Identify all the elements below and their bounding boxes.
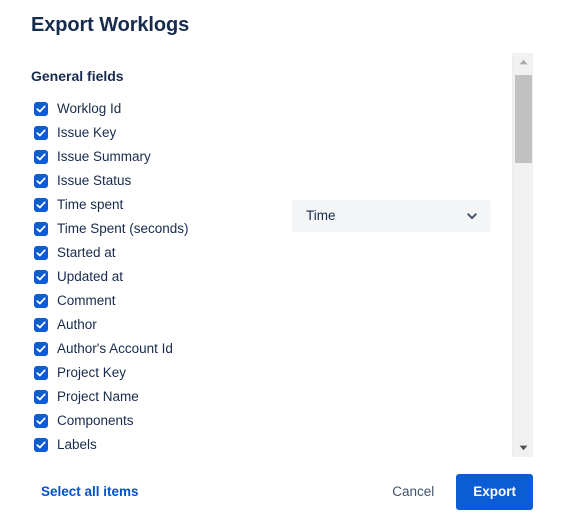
field-checkbox[interactable] <box>34 294 48 308</box>
scrollbar-up-button[interactable] <box>513 53 533 71</box>
time-format-select[interactable]: Time <box>292 200 491 232</box>
scrollbar-down-button[interactable] <box>513 439 533 457</box>
field-checkbox[interactable] <box>34 222 48 236</box>
field-checkbox[interactable] <box>34 126 48 140</box>
fields-scrollbar[interactable] <box>512 53 533 457</box>
field-label: Labels <box>57 437 97 452</box>
field-label: Issue Summary <box>57 149 151 164</box>
field-checkbox[interactable] <box>34 318 48 332</box>
field-label: Started at <box>57 245 116 260</box>
list-item[interactable]: Issue Summary <box>0 145 564 169</box>
field-checkbox[interactable] <box>34 342 48 356</box>
field-checkbox[interactable] <box>34 102 48 116</box>
field-checkbox[interactable] <box>34 390 48 404</box>
field-label: Author <box>57 317 97 332</box>
field-checkbox[interactable] <box>34 198 48 212</box>
dialog-content-area: General fields Worklog Id Issue Key Issue … <box>0 53 564 457</box>
field-checkbox[interactable] <box>34 270 48 284</box>
export-button[interactable]: Export <box>456 474 533 510</box>
list-item[interactable]: Started at <box>0 241 564 265</box>
field-label: Project Key <box>57 365 127 380</box>
dialog-footer: Select all items Cancel Export <box>0 457 564 527</box>
page-title: Export Worklogs <box>31 14 190 36</box>
time-format-select-value: Time <box>306 208 336 223</box>
section-heading-general-fields: General fields <box>31 68 124 84</box>
list-item[interactable]: Components <box>0 409 564 433</box>
field-label: Time spent <box>57 197 124 212</box>
list-item[interactable]: Project Key <box>0 361 564 385</box>
list-item[interactable]: Worklog Id <box>0 97 564 121</box>
list-item[interactable]: Labels <box>0 433 564 457</box>
field-checkbox[interactable] <box>34 150 48 164</box>
cancel-button[interactable]: Cancel <box>382 476 444 508</box>
field-checkbox[interactable] <box>34 174 48 188</box>
field-label: Components <box>57 413 134 428</box>
field-label: Issue Key <box>57 125 117 140</box>
triangle-up-icon <box>519 59 528 65</box>
select-all-items-link[interactable]: Select all items <box>41 483 139 501</box>
field-checkbox[interactable] <box>34 414 48 428</box>
list-item[interactable]: Author's Account Id <box>0 337 564 361</box>
field-label: Comment <box>57 293 116 308</box>
list-item[interactable]: Project Name <box>0 385 564 409</box>
field-label: Updated at <box>57 269 124 284</box>
field-checkbox[interactable] <box>34 246 48 260</box>
field-label: Issue Status <box>57 173 132 188</box>
footer-action-buttons: Cancel Export <box>382 474 533 510</box>
scrollbar-thumb[interactable] <box>515 75 532 163</box>
field-label: Author's Account Id <box>57 341 173 356</box>
field-checkbox[interactable] <box>34 438 48 452</box>
list-item[interactable]: Comment <box>0 289 564 313</box>
field-checkbox[interactable] <box>34 366 48 380</box>
triangle-down-icon <box>519 445 528 451</box>
field-label: Project Name <box>57 389 139 404</box>
list-item[interactable]: Issue Key <box>0 121 564 145</box>
chevron-down-icon <box>466 210 478 222</box>
list-item[interactable]: Author <box>0 313 564 337</box>
list-item[interactable]: Updated at <box>0 265 564 289</box>
field-label: Worklog Id <box>57 101 122 116</box>
list-item[interactable]: Issue Status <box>0 169 564 193</box>
field-label: Time Spent (seconds) <box>57 221 189 236</box>
export-worklogs-dialog: Export Worklogs General fields Worklog I… <box>0 0 564 527</box>
general-fields-list: Worklog Id Issue Key Issue Summary Issue St… <box>0 86 564 457</box>
